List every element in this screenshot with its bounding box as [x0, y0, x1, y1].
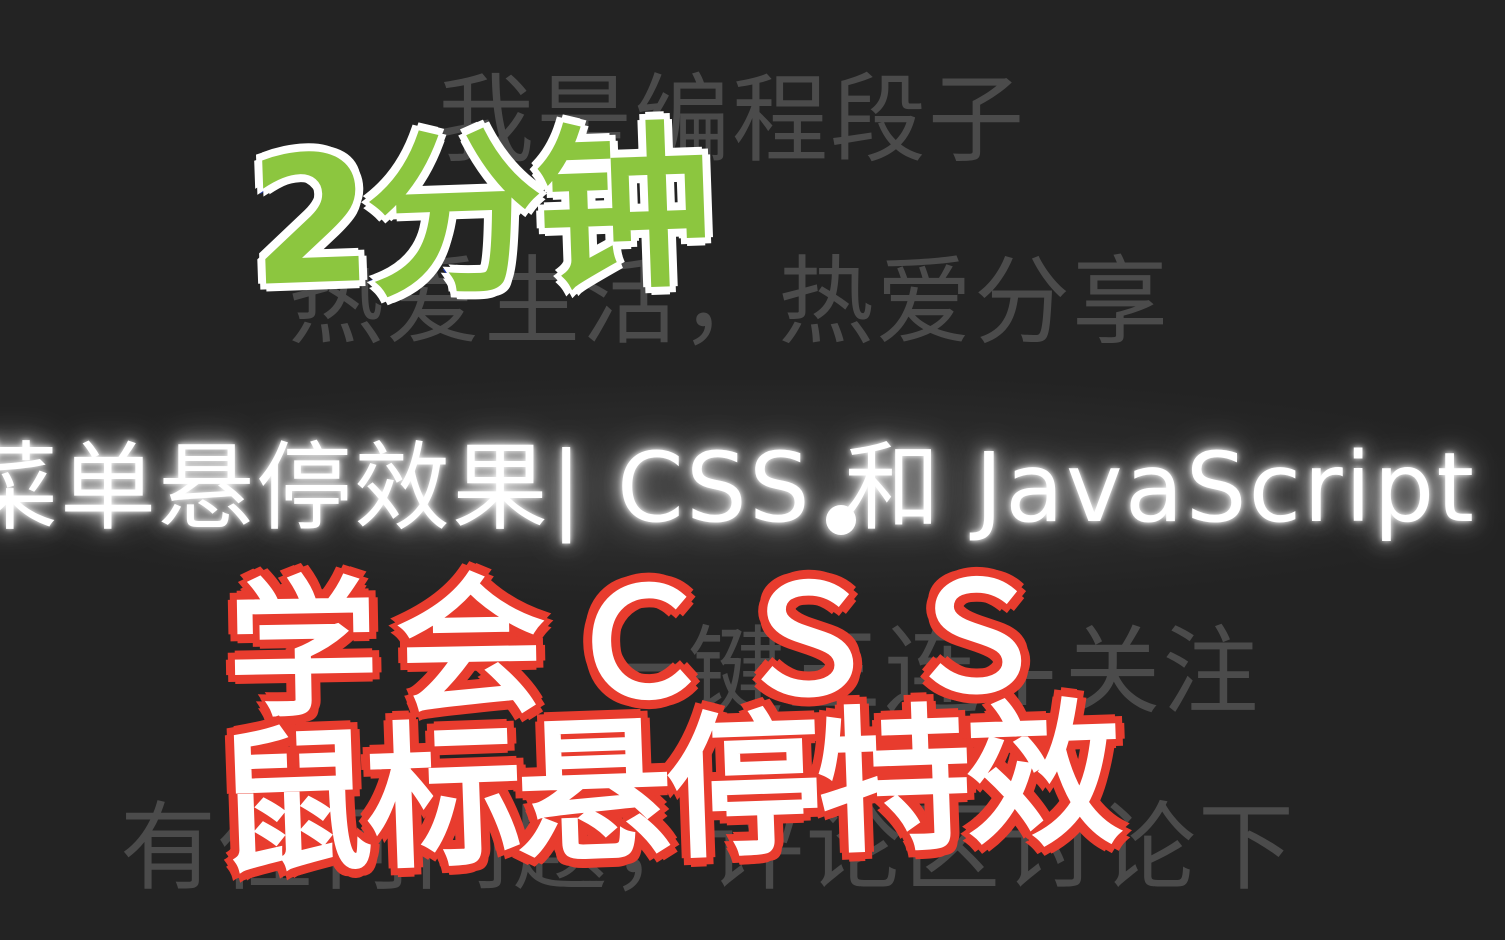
cursor-dot-icon — [826, 505, 856, 535]
duration-sticker: 2分钟 — [244, 102, 713, 329]
title-sticker-line2: 鼠标悬停特效 — [211, 681, 1122, 899]
menu-item-hovered[interactable]: 菜单悬停效果| CSS 和 JavaScript — [0, 440, 1476, 536]
video-thumbnail: 我是编程段子 热爱生活，热爱分享 菜单悬停效果| CSS 和 JavaScrip… — [0, 0, 1505, 940]
